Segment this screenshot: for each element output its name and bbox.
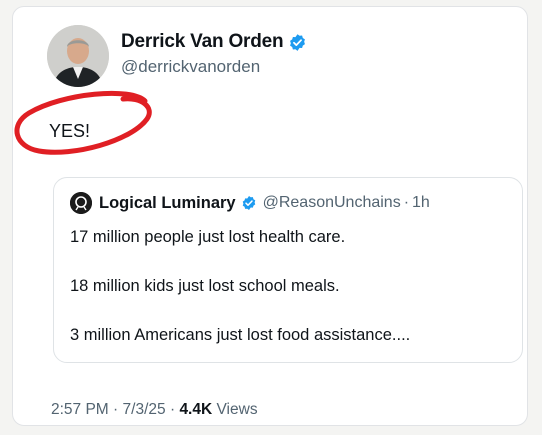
quoted-display-name[interactable]: Logical Luminary — [99, 194, 236, 213]
author-avatar[interactable] — [47, 25, 109, 87]
quoted-avatar[interactable] — [70, 192, 92, 214]
author-handle[interactable]: @derrickvanorden — [121, 57, 260, 77]
quoted-line-1: 17 million people just lost health care. — [70, 228, 346, 246]
views-label: Views — [216, 401, 258, 418]
tweet-time[interactable]: 2:57 PM — [51, 401, 109, 418]
author-display-name[interactable]: Derrick Van Orden — [121, 31, 284, 53]
views-count[interactable]: 4.4K — [179, 401, 212, 418]
meta-separator: · — [113, 401, 119, 418]
meta-separator-2: · — [169, 401, 176, 418]
tweet-meta: 2:57 PM · 7/3/25 · 4.4K Views — [51, 401, 258, 419]
quoted-line-2: 18 million kids just lost school meals. — [70, 277, 340, 295]
red-circle-annotation — [14, 90, 152, 155]
quoted-verified-badge-icon — [241, 195, 257, 211]
quoted-header: Logical Luminary @ReasonUnchains · 1h — [70, 192, 430, 214]
quoted-handle[interactable]: @ReasonUnchains — [263, 194, 401, 212]
quoted-line-3: 3 million Americans just lost food assis… — [70, 326, 411, 344]
author-name-row: Derrick Van Orden — [121, 31, 307, 53]
quoted-tweet[interactable]: Logical Luminary @ReasonUnchains · 1h 17… — [53, 177, 523, 363]
tweet-date[interactable]: 7/3/25 — [123, 401, 166, 418]
quoted-separator: · — [403, 194, 410, 211]
quoted-age[interactable]: 1h — [412, 194, 430, 212]
verified-badge-icon — [288, 33, 307, 52]
tweet-card: Derrick Van Orden @derrickvanorden YES! … — [12, 6, 528, 426]
